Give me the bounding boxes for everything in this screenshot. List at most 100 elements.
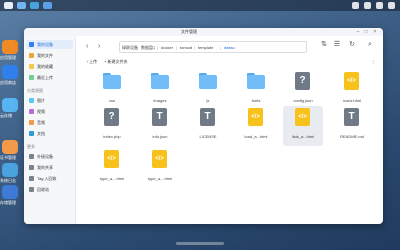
desktop-icon[interactable]: 证书管理	[0, 140, 22, 161]
file-item[interactable]: T LICENSE	[188, 106, 228, 146]
desktop-icon-label: 系统日志	[0, 178, 16, 183]
breadcrumb[interactable]: 绿联设备 | 数据盘1 | docker | tomcat | template | iketau	[119, 41, 307, 53]
sidebar-item-label: 最近上传	[37, 75, 53, 80]
breadcrumb-separator: |	[220, 45, 222, 50]
minimize-icon[interactable]: –	[355, 29, 361, 35]
sidebar-item-label: 我的共享	[37, 165, 53, 170]
settings-icon[interactable]	[388, 2, 395, 9]
sidebar-item[interactable]: 音频	[26, 118, 73, 127]
share-icon	[29, 165, 34, 170]
file-name: type_a....html	[147, 176, 172, 181]
back-icon[interactable]: ‹	[86, 43, 88, 50]
file-item[interactable]: T README.md	[332, 106, 372, 146]
desktop-icon-label: 证书管理	[0, 155, 16, 160]
app-grid-icon[interactable]	[4, 2, 13, 9]
sidebar-item-label: 我的收藏	[37, 64, 53, 69]
desktop-icon[interactable]: 存储管理	[0, 185, 22, 206]
sidebar-group-title: 分类视图	[27, 88, 43, 93]
window-title: 文件管理	[181, 29, 197, 34]
sidebar-item-label: 视频	[37, 109, 45, 114]
sidebar-item[interactable]: 我的共享	[26, 163, 73, 172]
file-item[interactable]: css	[92, 70, 132, 110]
app-icon[interactable]	[43, 2, 52, 9]
desktop-icon[interactable]: 系统日志	[0, 163, 22, 184]
file-item[interactable]: ? index.php	[92, 106, 132, 146]
file-item[interactable]: ? config.json	[283, 70, 323, 110]
file-item[interactable]: images	[140, 70, 180, 110]
app-icon	[2, 185, 18, 199]
breadcrumb-item[interactable]: 数据盘1	[141, 45, 155, 51]
sidebar-item[interactable]: 回收站	[26, 185, 73, 194]
tag-icon	[29, 176, 34, 181]
folder-icon	[199, 73, 217, 89]
star-icon	[29, 64, 34, 69]
file-item[interactable]: js	[188, 70, 228, 110]
new-folder-label: 新建文件夹	[107, 59, 128, 64]
file-grid: css images js fonts ? config.json </> icons.htm…	[76, 68, 383, 224]
sidebar-item-label: 音频	[37, 120, 45, 125]
title-bar[interactable]: 文件管理 – □ ×	[24, 28, 383, 36]
sidebar-item[interactable]: 我的文件	[26, 51, 73, 60]
file-item[interactable]: Tinfo.json	[140, 106, 180, 146]
sidebar-item[interactable]: 外接设备	[26, 152, 73, 161]
sidebar-item-label: 我的文件	[37, 53, 53, 58]
new-folder-button[interactable]: + 新建文件夹	[104, 59, 127, 65]
sidebar-item[interactable]: 文档	[26, 129, 73, 138]
breadcrumb-item[interactable]: tomcat	[180, 45, 192, 50]
file-item[interactable]: </> load_a...html	[236, 106, 276, 146]
search-icon[interactable]: ⌕	[366, 41, 374, 49]
upload-label: 上传	[89, 59, 98, 64]
breadcrumb-item[interactable]: 绿联设备	[122, 45, 138, 51]
sidebar-item[interactable]: 我的收藏	[26, 62, 73, 71]
upload-icon	[29, 75, 34, 80]
more-options-icon[interactable]: ⋮	[371, 59, 375, 64]
breadcrumb-separator: |	[176, 45, 178, 50]
upload-button[interactable]: ↑ 上传	[86, 59, 97, 65]
forward-icon[interactable]: ›	[98, 43, 100, 50]
close-icon[interactable]: ×	[372, 29, 378, 35]
file-item[interactable]: </> type_a....html	[140, 148, 180, 188]
action-bar: ↑ 上传 + 新建文件夹 ⋮	[76, 56, 383, 68]
sidebar-item[interactable]: 视频	[26, 107, 73, 116]
toolbar: ‹ › 绿联设备 | 数据盘1 | docker | tomcat | template | ike…	[76, 36, 383, 56]
sidebar-item-label: 回收站	[37, 187, 49, 192]
music-icon	[29, 120, 34, 125]
sidebar-item[interactable]: 最近上传	[26, 73, 73, 82]
search-icon[interactable]	[352, 2, 359, 9]
maximize-icon[interactable]: □	[363, 29, 369, 35]
file-item[interactable]: fonts	[236, 70, 276, 110]
breadcrumb-separator: |	[194, 45, 196, 50]
breadcrumb-item[interactable]: iketau	[224, 45, 235, 50]
breadcrumb-item[interactable]: docker	[161, 45, 173, 50]
desktop-icon[interactable]: 应用管理	[0, 40, 22, 61]
device-icon	[29, 42, 34, 47]
file-item[interactable]: </> type_a....html	[92, 148, 132, 188]
user-icon[interactable]	[364, 2, 371, 9]
breadcrumb-separator: |	[137, 45, 139, 50]
sidebar-item[interactable]: 图片	[26, 96, 73, 105]
mail-icon[interactable]	[30, 2, 39, 9]
refresh-icon[interactable]: ↻	[348, 41, 356, 49]
sort-icon[interactable]: ⇅	[320, 41, 328, 49]
sidebar-item[interactable]: Tag 入回收	[26, 174, 73, 183]
breadcrumb-item[interactable]: template	[198, 45, 213, 50]
desktop-icon[interactable]: 应用商店	[0, 65, 22, 86]
grid-icon[interactable]	[376, 2, 383, 9]
view-list-icon[interactable]: ☰	[333, 41, 341, 49]
file-name: css	[109, 98, 115, 103]
file-name: images	[153, 98, 167, 103]
file-manager-icon[interactable]	[17, 2, 26, 9]
code-file-icon: </>	[295, 108, 310, 126]
desktop-icon-label: 应用管理	[0, 55, 16, 60]
file-name: js	[206, 98, 210, 103]
desktop-icon[interactable]: 云存储	[0, 98, 22, 119]
unknown-file-icon: ?	[295, 72, 310, 90]
file-name: index.php	[103, 134, 121, 139]
sidebar-item-label: 外接设备	[37, 154, 53, 159]
sidebar-item[interactable]: 我的设备	[26, 40, 73, 49]
file-name: LICENSE	[199, 134, 217, 139]
file-name: fonts	[251, 98, 261, 103]
usb-icon	[29, 154, 34, 159]
file-item[interactable]: </> lists_a...html	[283, 106, 323, 146]
file-item[interactable]: </> icons.html	[332, 70, 372, 110]
